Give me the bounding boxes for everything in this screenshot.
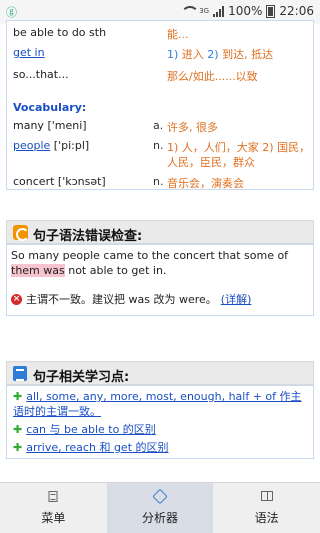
pos-label: n. <box>153 175 164 188</box>
phrase-cn: 能... <box>167 28 189 41</box>
error-highlight: them was <box>11 264 65 277</box>
phrase-en: so...that... <box>13 68 69 81</box>
plus-icon: ✚ <box>13 441 23 454</box>
word-cn: 许多, 很多 <box>167 121 218 134</box>
learning-point-item[interactable]: ✚ arrive, reach 和 get 的区别 <box>13 440 309 455</box>
grammar-check-body: So many people came to the concert that … <box>6 244 314 316</box>
word-cn: 音乐会，演奏会 <box>167 177 244 190</box>
learning-point-item[interactable]: ✚ all, some, any, more, most, enough, hal… <box>13 389 309 419</box>
grammar-check-header: 句子语法错误检查: <box>6 220 314 244</box>
vocabulary-heading: Vocabulary: <box>13 101 87 114</box>
learning-points-body: ✚ all, some, any, more, most, enough, hal… <box>6 385 314 459</box>
status-right: 3G 100% 22:06 <box>181 4 314 18</box>
grammar-check-title: 句子语法错误检查: <box>33 229 143 244</box>
pos-label: n. <box>153 139 164 152</box>
book-icon <box>260 491 273 501</box>
phrase-cn: 那么/如此......以致 <box>167 70 258 83</box>
word-cn-line2: 人民，臣民，群众 <box>167 156 255 169</box>
network-type-label: 3G <box>199 6 210 15</box>
detail-link[interactable]: (详解) <box>221 291 252 307</box>
tab-menu[interactable]: 菜单 <box>0 483 107 533</box>
speech-bubble-icon <box>13 225 29 241</box>
wifi-icon <box>181 5 200 17</box>
menu-icon <box>48 491 58 502</box>
error-icon: × <box>11 293 22 305</box>
bottom-nav: 菜单 分析器 语法 <box>0 482 320 533</box>
document-icon <box>13 366 27 381</box>
plus-icon: ✚ <box>13 423 23 436</box>
clock: 22:06 <box>279 4 314 18</box>
battery-percent: 100% <box>228 4 263 18</box>
word-cn-line1: 1) 人，人们，大家 2) 国民， <box>167 141 311 154</box>
learning-point-item[interactable]: ✚ can 与 be able to 的区别 <box>13 422 309 437</box>
vocabulary-card: be able to do sth 能... get in 1) 进入 2) 到… <box>6 20 314 190</box>
cube-icon <box>152 488 168 505</box>
phrase-cn-get-in: 1) 进入 2) 到达, 抵达 <box>167 48 274 61</box>
tab-grammar[interactable]: 语法 <box>213 483 320 533</box>
learning-points-header: 句子相关学习点: <box>6 361 314 385</box>
word-many: many ['meni] <box>13 119 87 132</box>
tab-analyzer[interactable]: 分析器 <box>106 483 214 533</box>
pos-label: a. <box>153 119 164 132</box>
signal-icon <box>213 5 225 17</box>
phrase-link-get-in[interactable]: get in <box>13 46 45 59</box>
plus-icon: ✚ <box>13 390 23 403</box>
app-notification-icon: ⓖ <box>6 6 17 19</box>
battery-icon <box>266 4 276 18</box>
learning-points-title: 句子相关学习点: <box>33 370 130 385</box>
analyzed-sentence: So many people came to the concert that … <box>11 249 289 277</box>
word-concert: concert ['kɔnsət] <box>13 175 106 188</box>
word-people[interactable]: people ['pi:pl] <box>13 139 89 152</box>
phrase-en: be able to do sth <box>13 26 107 39</box>
error-message: × 主谓不一致。建议把 was 改为 were。 (详解) <box>11 291 252 307</box>
